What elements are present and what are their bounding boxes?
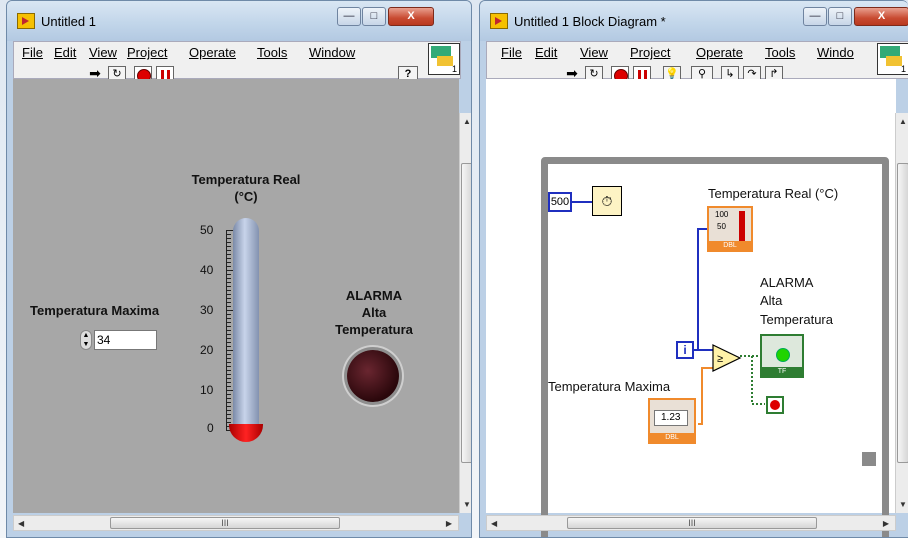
stop-terminal-icon[interactable] — [766, 396, 784, 414]
bd-alarm-label-line2: Alta — [760, 293, 783, 308]
thermometer-dbl-tag: DBL — [709, 241, 751, 250]
greater-or-equal-icon[interactable]: ≥ — [712, 344, 742, 372]
terminal-numeric-value: 1.23 — [654, 410, 688, 426]
bd-wires-layer — [571, 201, 765, 425]
wait-ms-constant[interactable]: 500 — [548, 192, 572, 212]
terminal-scale-50: 50 — [717, 222, 726, 231]
bd-alarm-label-line1: ALARMA — [760, 275, 814, 290]
iteration-terminal[interactable]: i — [676, 341, 694, 359]
stop-red-glyph — [770, 400, 780, 410]
led-green-glyph — [776, 348, 790, 362]
bd-thermometer-label: Temperatura Real (°C) — [708, 186, 839, 201]
bd-temperatura-maxima-label: Temperatura Maxima — [548, 379, 671, 394]
wire-i-to-thermometer[interactable] — [697, 228, 707, 350]
svg-text:≥: ≥ — [717, 353, 723, 365]
wait-timer-stopwatch-icon[interactable]: ⏱ — [592, 186, 622, 216]
while-loop-condition-terminal[interactable] — [862, 452, 876, 466]
bd-temperatura-maxima-terminal[interactable]: 1.23 DBL — [648, 398, 696, 444]
bd-thermometer-terminal[interactable]: 100 50 DBL — [707, 206, 753, 252]
bd-alarm-label-line3: Temperatura — [760, 312, 833, 327]
wire-tmax-to-compare[interactable] — [698, 367, 714, 425]
tmax-dbl-tag: DBL — [650, 433, 694, 442]
bd-alarm-led-terminal[interactable]: TF — [760, 334, 804, 378]
alarm-tf-tag: TF — [762, 367, 802, 376]
terminal-scale-100: 100 — [715, 210, 729, 219]
terminal-thermo-glyph — [739, 211, 745, 245]
